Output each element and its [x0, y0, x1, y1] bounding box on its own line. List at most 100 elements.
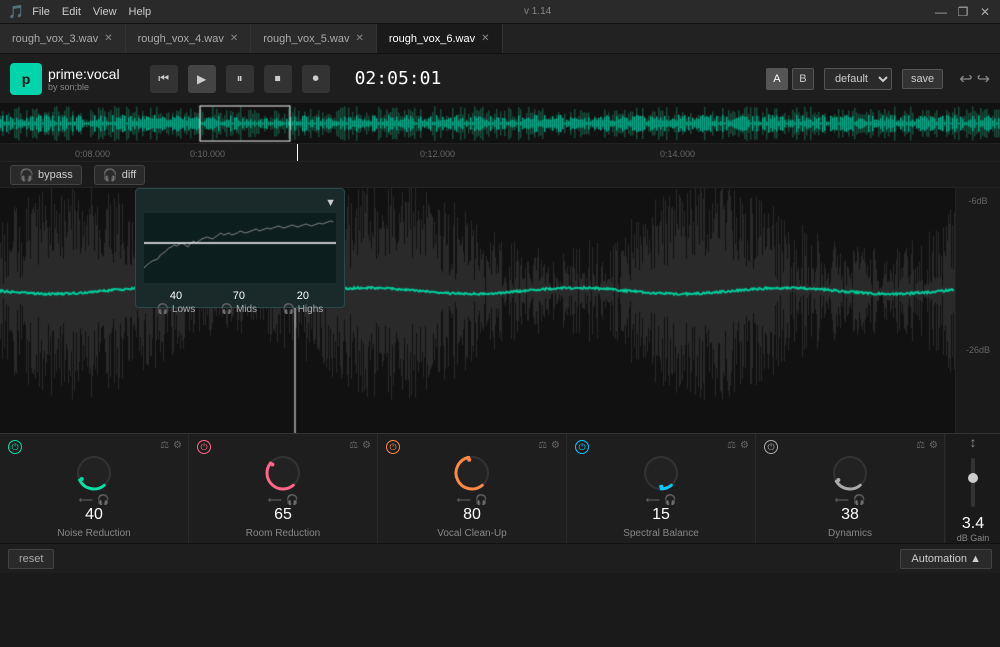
headphone-icon-spectral-balance: 🎧 [664, 495, 676, 506]
ab-b-button[interactable]: B [792, 68, 814, 90]
automation-button[interactable]: Automation ▲ [900, 549, 992, 569]
close-button[interactable]: ✕ [978, 5, 992, 19]
menu-view[interactable]: View [93, 6, 117, 18]
module-icons-room-reduction: ⚖ ⚙ [349, 440, 371, 451]
tab-close-1[interactable]: ✕ [230, 33, 238, 44]
eq-icon-vocal-cleanup[interactable]: ⚖ [538, 440, 547, 451]
popup-band-highs: 20 🎧 Highs [282, 290, 323, 315]
power-room-reduction[interactable]: ⏻ [197, 440, 211, 454]
highs-label: 🎧 Highs [282, 304, 323, 315]
power-noise-reduction[interactable]: ⏻ [8, 440, 22, 454]
tab-close-3[interactable]: ✕ [481, 33, 489, 44]
module-dynamics: ⏻ ⚖ ⚙ ⟵ 🎧 38Dynamics [756, 434, 945, 543]
logo-text: prime:vocal [48, 66, 120, 82]
module-icons-noise-reduction: ⚖ ⚙ [160, 440, 182, 451]
input-icon-noise-reduction: ⟵ [79, 495, 93, 506]
header: p prime:vocal by son;ble ⏮ ▶ ⏸ ⏹ ⏺ 02:05… [0, 54, 1000, 104]
input-icon-spectral-balance: ⟵ [646, 495, 660, 506]
stop-button[interactable]: ⏹ [264, 65, 292, 93]
action-bar: reset Automation ▲ [0, 543, 1000, 573]
right-side-panel: ↕ 3.4 dB Gain [945, 434, 1000, 543]
power-dynamics[interactable]: ⏻ [764, 440, 778, 454]
ab-a-button[interactable]: A [766, 68, 788, 90]
noise-canvas [144, 213, 336, 283]
settings-icon-noise-reduction[interactable]: ⚙ [173, 440, 182, 451]
module-room-reduction: ⏻ ⚖ ⚙ ⟵ 🎧 65Room Reduction [189, 434, 378, 543]
gain-slider-thumb [968, 473, 978, 483]
save-button[interactable]: save [902, 69, 943, 89]
tab-close-2[interactable]: ✕ [355, 33, 363, 44]
main-waveform-area[interactable]: ▼ 40 🎧 Lows 70 🎧 Mids 20 🎧 Highs -6dB -2… [0, 188, 1000, 433]
small-icons-dynamics: ⟵ 🎧 [835, 495, 866, 506]
menu-help[interactable]: Help [129, 6, 152, 18]
mids-value: 70 [233, 290, 245, 302]
play-button[interactable]: ▶ [188, 65, 216, 93]
small-icons-spectral-balance: ⟵ 🎧 [646, 495, 677, 506]
module-spectral-balance: ⏻ ⚖ ⚙ ⟵ 🎧 15 Spectral Balance [567, 434, 756, 543]
logo-icon: p [10, 63, 42, 95]
popup-band-lows: 40 🎧 Lows [157, 290, 196, 315]
tab-label-1: rough_vox_4.wav [138, 33, 224, 45]
headphone-icon-vocal-cleanup: 🎧 [475, 495, 487, 506]
pause-button[interactable]: ⏸ [226, 65, 254, 93]
diff-button[interactable]: 🎧 diff [94, 165, 145, 185]
knob-vocal-cleanup[interactable] [450, 451, 494, 495]
eq-icon-room-reduction[interactable]: ⚖ [349, 440, 358, 451]
undo-redo: ↩ ↪ [959, 69, 990, 89]
menu-file[interactable]: File [32, 6, 50, 18]
power-vocal-cleanup[interactable]: ⏻ [386, 440, 400, 454]
tab-0[interactable]: rough_vox_3.wav ✕ [0, 24, 126, 53]
lows-label: 🎧 Lows [157, 304, 196, 315]
input-icon-dynamics: ⟵ [835, 495, 849, 506]
tab-1[interactable]: rough_vox_4.wav ✕ [126, 24, 252, 53]
popup-band-mids: 70 🎧 Mids [221, 290, 257, 315]
knob-dynamics[interactable] [828, 451, 872, 495]
knob-spectral-balance[interactable] [639, 451, 683, 495]
eq-icon-dynamics[interactable]: ⚖ [916, 440, 925, 451]
settings-icon-room-reduction[interactable]: ⚙ [362, 440, 371, 451]
preset-select[interactable]: default [824, 68, 892, 90]
redo-button[interactable]: ↪ [977, 69, 990, 89]
popup-arrow[interactable]: ▼ [325, 197, 336, 209]
diff-label: diff [122, 169, 136, 181]
tab-3[interactable]: rough_vox_6.wav ✕ [377, 24, 503, 53]
settings-icon-dynamics[interactable]: ⚙ [929, 440, 938, 451]
headphone-icon: 🎧 [19, 168, 34, 182]
overview-waveform[interactable] [0, 104, 1000, 144]
skip-back-button[interactable]: ⏮ [150, 65, 178, 93]
power-spectral-balance[interactable]: ⏻ [575, 440, 589, 454]
bypass-button[interactable]: 🎧 bypass [10, 165, 82, 185]
eq-icon-spectral-balance[interactable]: ⚖ [727, 440, 736, 451]
tab-2[interactable]: rough_vox_5.wav ✕ [251, 24, 377, 53]
label-spectral-balance: Spectral Balance [623, 528, 699, 539]
knob-room-reduction[interactable] [261, 451, 305, 495]
overview-canvas [0, 104, 1000, 143]
automation-group: Automation ▲ [900, 549, 992, 569]
headphone-icon-room-reduction: 🎧 [286, 495, 298, 506]
loop-button[interactable]: ⏺ [302, 65, 330, 93]
settings-icon-spectral-balance[interactable]: ⚙ [740, 440, 749, 451]
headphone-icon-dynamics: 🎧 [853, 495, 865, 506]
input-icon-room-reduction: ⟵ [268, 495, 282, 506]
eq-icon-noise-reduction[interactable]: ⚖ [160, 440, 169, 451]
knob-noise-reduction[interactable] [72, 451, 116, 495]
label-noise-reduction: Noise Reduction [57, 528, 130, 539]
gain-slider[interactable] [971, 458, 975, 507]
undo-button[interactable]: ↩ [959, 69, 972, 89]
maximize-button[interactable]: ❐ [956, 5, 970, 19]
settings-icon-vocal-cleanup[interactable]: ⚙ [551, 440, 560, 451]
value-dynamics: 38 [841, 506, 859, 524]
minimize-button[interactable]: — [934, 5, 948, 19]
time-display: 02:05:01 [340, 68, 457, 89]
tab-label-2: rough_vox_5.wav [263, 33, 349, 45]
tab-label-0: rough_vox_3.wav [12, 33, 98, 45]
menu-edit[interactable]: Edit [62, 6, 81, 18]
popup-bands: 40 🎧 Lows 70 🎧 Mids 20 🎧 Highs [144, 290, 336, 315]
diff-headphone-icon: 🎧 [103, 168, 118, 182]
mids-label: 🎧 Mids [221, 304, 257, 315]
tab-close-0[interactable]: ✕ [104, 33, 112, 44]
reset-button[interactable]: reset [8, 549, 54, 569]
value-spectral-balance: 15 [652, 506, 670, 524]
logo: p prime:vocal by son;ble [10, 63, 120, 95]
db-lower: -26dB [966, 345, 990, 355]
